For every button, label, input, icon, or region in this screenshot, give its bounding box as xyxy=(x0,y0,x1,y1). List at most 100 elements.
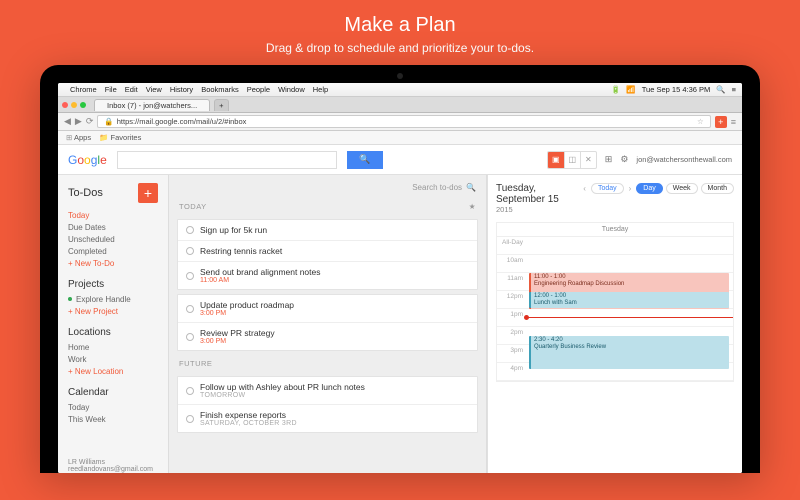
spotlight-icon[interactable]: 🔍 xyxy=(716,85,725,94)
handle-view-toggle[interactable]: ▣ ◫ ✕ xyxy=(547,151,597,169)
checkbox[interactable] xyxy=(186,333,194,341)
sidebar-item-cal-today[interactable]: Today xyxy=(68,401,158,413)
search-icon[interactable]: 🔍 xyxy=(466,183,476,192)
todos-heading: To-Dos xyxy=(68,187,103,199)
new-todo-link[interactable]: New To-Do xyxy=(68,257,158,269)
bookmarks-bar: ⊞ Apps 📁 Favorites xyxy=(58,131,742,145)
sidebar-item-duedates[interactable]: Due Dates xyxy=(68,221,158,233)
month-view-button[interactable]: Month xyxy=(701,183,734,194)
browser-menu-icon[interactable]: ≡ xyxy=(731,117,736,127)
todo-item[interactable]: Sign up for 5k run xyxy=(178,220,477,241)
hour-label: 10am xyxy=(497,255,527,272)
menu-chrome[interactable]: Chrome xyxy=(70,85,97,94)
search-todos-input[interactable]: Search to-dos xyxy=(412,183,462,192)
checkbox[interactable] xyxy=(186,247,194,255)
today-button[interactable]: Today xyxy=(591,183,624,194)
forward-button[interactable]: ▶ xyxy=(75,116,82,127)
sidebar-item-home[interactable]: Home xyxy=(68,341,158,353)
wifi-icon: 📶 xyxy=(626,85,635,94)
todo-item[interactable]: Restring tennis racket xyxy=(178,241,477,262)
sidebar-item-project[interactable]: Explore Handle xyxy=(68,293,158,305)
calendar-event[interactable]: 12:00 - 1:00Lunch with Sam xyxy=(529,292,729,308)
sidebar-item-unscheduled[interactable]: Unscheduled xyxy=(68,233,158,245)
day-view-button[interactable]: Day xyxy=(636,183,662,194)
checkbox[interactable] xyxy=(186,226,194,234)
gmail-header: Google 🔍 ▣ ◫ ✕ ⊞ ⚙ jon@watchersonthewall… xyxy=(58,145,742,175)
todo-card: Sign up for 5k run Restring tennis racke… xyxy=(177,219,478,290)
window-close[interactable] xyxy=(62,102,68,108)
hero-subtitle: Drag & drop to schedule and prioritize y… xyxy=(266,41,534,55)
checkbox[interactable] xyxy=(186,415,194,423)
todo-item[interactable]: Review PR strategy3:00 PM xyxy=(178,323,477,350)
week-view-button[interactable]: Week xyxy=(666,183,698,194)
browser-toolbar: ◀ ▶ ⟳ 🔒 https://mail.google.com/mail/u/2… xyxy=(58,113,742,131)
back-button[interactable]: ◀ xyxy=(64,116,71,127)
new-project-link[interactable]: New Project xyxy=(68,305,158,317)
window-minimize[interactable] xyxy=(71,102,77,108)
add-todo-button[interactable]: + xyxy=(138,183,158,203)
calendar-grid[interactable]: Tuesday All-Day 10am11am12pm1pm2pm3pm4pm… xyxy=(496,222,734,382)
day-header: Tuesday xyxy=(497,223,733,237)
view-close-icon[interactable]: ✕ xyxy=(580,152,596,168)
checkbox[interactable] xyxy=(186,387,194,395)
sidebar-item-completed[interactable]: Completed xyxy=(68,245,158,257)
hour-label: 4pm xyxy=(497,363,527,380)
now-indicator xyxy=(527,317,733,318)
menu-view[interactable]: View xyxy=(146,85,162,94)
menu-history[interactable]: History xyxy=(170,85,193,94)
calendar-heading: Calendar xyxy=(68,387,158,398)
apps-grid-icon[interactable]: ⊞ xyxy=(605,154,613,165)
favorites-folder[interactable]: 📁 Favorites xyxy=(99,133,141,142)
gmail-search-button[interactable]: 🔍 xyxy=(347,151,383,169)
sidebar-item-cal-week[interactable]: This Week xyxy=(68,413,158,425)
window-zoom[interactable] xyxy=(80,102,86,108)
account-email[interactable]: jon@watchersonthewall.com xyxy=(636,155,732,164)
extension-button[interactable]: + xyxy=(715,116,727,128)
clock: Tue Sep 15 4:36 PM xyxy=(642,85,711,94)
menu-edit[interactable]: Edit xyxy=(125,85,138,94)
todo-card: Follow up with Ashley about PR lunch not… xyxy=(177,376,478,433)
sidebar-item-today[interactable]: Today xyxy=(68,209,158,221)
laptop-frame: Chrome File Edit View History Bookmarks … xyxy=(40,65,760,473)
gmail-search-input[interactable] xyxy=(117,151,337,169)
settings-gear-icon[interactable]: ⚙ xyxy=(620,154,628,165)
menu-bookmarks[interactable]: Bookmarks xyxy=(201,85,239,94)
sidebar: To-Dos + Today Due Dates Unscheduled Com… xyxy=(58,175,168,473)
todo-item[interactable]: Follow up with Ashley about PR lunch not… xyxy=(178,377,477,405)
calendar-event[interactable]: 2:30 - 4:20Quarterly Business Review xyxy=(529,336,729,369)
apps-shortcut[interactable]: ⊞ Apps xyxy=(66,133,91,142)
menu-file[interactable]: File xyxy=(105,85,117,94)
menu-window[interactable]: Window xyxy=(278,85,305,94)
menu-help[interactable]: Help xyxy=(313,85,328,94)
todo-item[interactable]: Update product roadmap3:00 PM xyxy=(178,295,477,323)
next-button[interactable]: › xyxy=(627,184,634,193)
hour-label: 11am xyxy=(497,273,527,290)
prev-button[interactable]: ‹ xyxy=(581,184,588,193)
hour-label: 2pm xyxy=(497,327,527,344)
notifications-icon[interactable]: ≡ xyxy=(732,85,736,94)
hour-label: All-Day xyxy=(497,237,527,254)
view-square-icon[interactable]: ▣ xyxy=(548,152,564,168)
lock-icon: 🔒 xyxy=(104,117,113,126)
google-logo[interactable]: Google xyxy=(68,153,107,167)
todo-list-panel: Search to-dos 🔍 TODAY★ Sign up for 5k ru… xyxy=(168,175,487,473)
battery-icon: 🔋 xyxy=(611,85,620,94)
view-split-icon[interactable]: ◫ xyxy=(564,152,580,168)
checkbox[interactable] xyxy=(186,305,194,313)
todo-card: Update product roadmap3:00 PM Review PR … xyxy=(177,294,478,351)
star-icon[interactable]: ★ xyxy=(469,202,476,211)
sidebar-item-work[interactable]: Work xyxy=(68,353,158,365)
bookmark-star-icon[interactable]: ☆ xyxy=(697,117,704,126)
new-tab-button[interactable]: + xyxy=(214,99,228,111)
browser-tab[interactable]: Inbox (7) - jon@watchers... xyxy=(94,99,210,111)
calendar-panel: Tuesday, September 15 2015 ‹ Today › Day… xyxy=(487,175,742,473)
todo-item[interactable]: Finish expense reportsSATURDAY, OCTOBER … xyxy=(178,405,477,432)
menu-people[interactable]: People xyxy=(247,85,270,94)
reload-button[interactable]: ⟳ xyxy=(86,116,94,127)
locations-heading: Locations xyxy=(68,327,158,338)
new-location-link[interactable]: New Location xyxy=(68,365,158,377)
todo-item[interactable]: Send out brand alignment notes11:00 AM xyxy=(178,262,477,289)
address-bar[interactable]: 🔒 https://mail.google.com/mail/u/2/#inbo… xyxy=(97,115,710,128)
checkbox[interactable] xyxy=(186,272,194,280)
sidebar-user[interactable]: LR Williams reedlandovans@gmail.com xyxy=(68,459,153,473)
